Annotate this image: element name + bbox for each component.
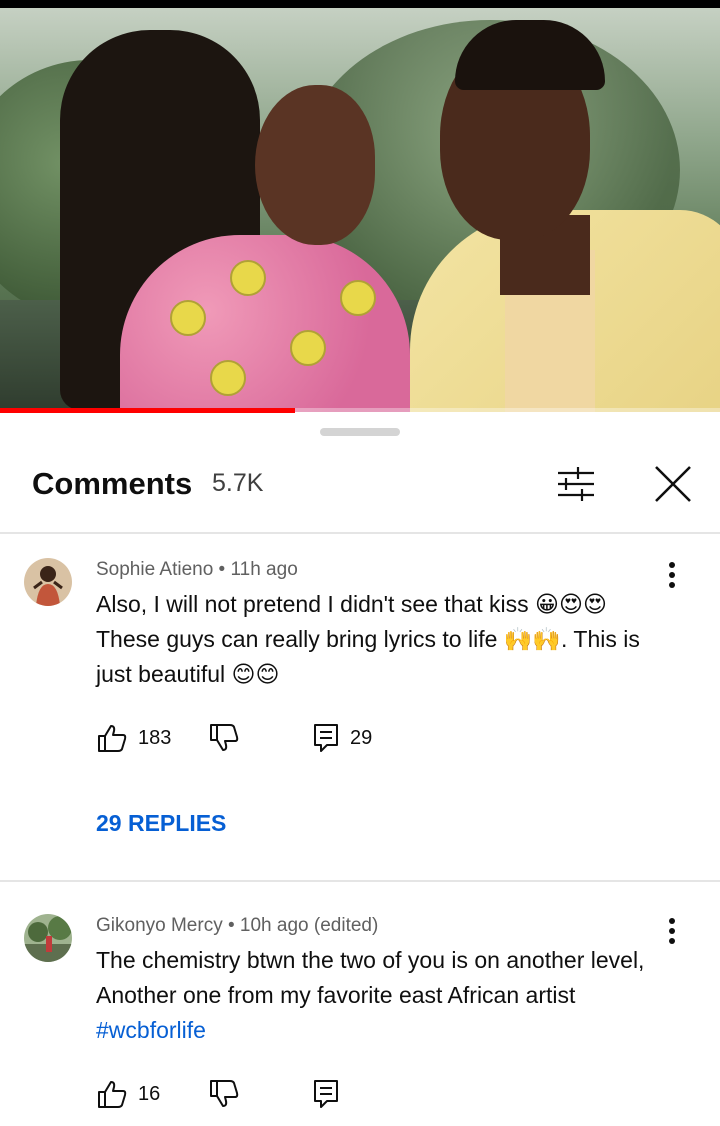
- comments-header: Comments 5.7K: [0, 454, 720, 518]
- like-count: 16: [138, 1082, 161, 1105]
- comment-time: 11h ago: [230, 559, 298, 580]
- comment-text-line: just beautiful 😊😊: [96, 661, 280, 687]
- sliders-icon: [558, 467, 594, 501]
- comment-text-line: The chemistry btwn the two of you is on …: [96, 947, 645, 973]
- reply-button[interactable]: [312, 1074, 340, 1114]
- thumbs-down-icon: [210, 1080, 239, 1107]
- avatar[interactable]: [24, 914, 72, 962]
- reply-count: 29: [350, 726, 373, 749]
- thumbs-up-icon: [98, 725, 127, 752]
- avatar-image: [24, 558, 72, 606]
- shirt-smiley-print: [170, 300, 206, 336]
- avatar[interactable]: [24, 558, 72, 606]
- comment-author[interactable]: Gikonyo Mercy: [96, 915, 223, 936]
- video-figure-woman-face: [255, 85, 375, 245]
- comment-divider: [0, 880, 720, 882]
- comment-text: The chemistry btwn the two of you is on …: [96, 943, 696, 1048]
- shirt-smiley-print: [290, 330, 326, 366]
- shirt-smiley-print: [210, 360, 246, 396]
- video-player[interactable]: [0, 0, 720, 412]
- reply-button[interactable]: 29: [312, 718, 372, 758]
- comment-text-line: Another one from my favorite east Africa…: [96, 982, 576, 1008]
- comment-item: Gikonyo Mercy • 10h ago (edited) The che…: [0, 910, 720, 1120]
- thumbs-up-icon: [98, 1081, 127, 1108]
- comment-author[interactable]: Sophie Atieno: [96, 559, 213, 580]
- dislike-button[interactable]: [208, 718, 240, 758]
- comment-meta: Sophie Atieno • 11h ago: [96, 559, 298, 581]
- like-button[interactable]: 16: [96, 1074, 160, 1114]
- comment-item: Sophie Atieno • 11h ago Also, I will not…: [0, 554, 720, 884]
- comment-text-line: Also, I will not pretend I didn't see th…: [96, 591, 607, 617]
- shirt-smiley-print: [340, 280, 376, 316]
- drag-handle[interactable]: [320, 428, 400, 436]
- comment-time: 10h ago (edited): [239, 915, 379, 936]
- header-divider: [0, 532, 720, 534]
- comment-meta: Gikonyo Mercy • 10h ago (edited): [96, 915, 378, 937]
- video-figure-woman-shirt: [120, 235, 410, 412]
- status-bar-strip: [0, 0, 720, 8]
- view-replies-button[interactable]: 29 REPLIES: [96, 810, 226, 837]
- avatar-image: [24, 914, 72, 962]
- close-icon: [655, 466, 691, 502]
- thumbs-down-icon: [210, 724, 239, 751]
- video-progress-fill: [0, 408, 296, 413]
- comment-text-line: These guys can really bring lyrics to li…: [96, 626, 640, 652]
- comment-text: Also, I will not pretend I didn't see th…: [96, 587, 696, 692]
- meta-separator: •: [218, 559, 226, 580]
- comment-actions: 16: [96, 1074, 496, 1114]
- dislike-button[interactable]: [208, 1074, 240, 1114]
- comment-actions: 183 29: [96, 718, 496, 758]
- comments-title: Comments: [32, 466, 193, 501]
- like-button[interactable]: 183: [96, 718, 171, 758]
- meta-separator: •: [227, 915, 235, 936]
- reply-icon: [314, 1080, 338, 1108]
- comments-sheet: Comments 5.7K Sophie Atieno • 11h ago Al…: [0, 414, 720, 1126]
- reply-icon: [314, 724, 338, 752]
- shirt-smiley-print: [230, 260, 266, 296]
- like-count: 183: [138, 726, 172, 749]
- comments-count: 5.7K: [212, 469, 264, 497]
- close-button[interactable]: [648, 462, 696, 506]
- hashtag-link[interactable]: #wcbforlife: [96, 1013, 696, 1048]
- sort-filter-button[interactable]: [552, 464, 600, 504]
